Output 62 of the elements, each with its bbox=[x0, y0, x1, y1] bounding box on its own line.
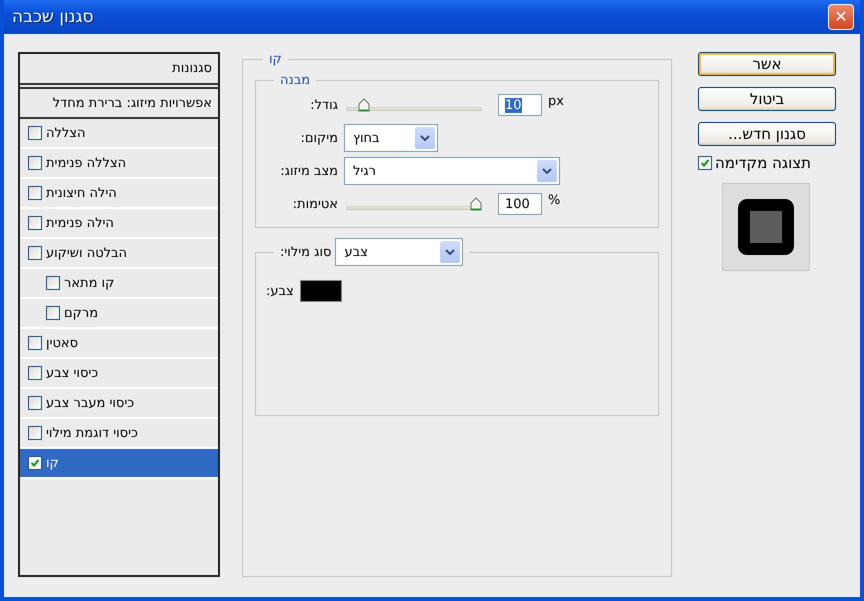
list-item[interactable]: הילה פנימית bbox=[20, 209, 218, 239]
effect-label: הצללה bbox=[46, 126, 86, 140]
checkbox[interactable] bbox=[28, 336, 42, 350]
slider-thumb[interactable] bbox=[358, 98, 370, 112]
list-item[interactable]: הצללה פנימית bbox=[20, 149, 218, 179]
unit-label: % bbox=[548, 193, 560, 208]
effect-label: כיסוי מעבר צבע bbox=[46, 396, 134, 410]
list-item[interactable]: קו bbox=[20, 449, 218, 479]
effect-label: כיסוי צבע bbox=[46, 366, 98, 380]
dialog-button[interactable]: סגנון חדש... bbox=[698, 122, 836, 146]
checkbox[interactable] bbox=[28, 186, 42, 200]
effect-label: סאטין bbox=[46, 336, 78, 350]
list-item[interactable]: הצללה bbox=[20, 119, 218, 149]
checkbox[interactable] bbox=[28, 456, 42, 470]
checkbox[interactable] bbox=[28, 246, 42, 260]
effect-label: הילה פנימית bbox=[46, 216, 114, 230]
checkbox[interactable] bbox=[28, 396, 42, 410]
checkbox[interactable] bbox=[698, 156, 712, 170]
field-label: סוג מילוי: bbox=[280, 244, 332, 260]
field-label: מיקום: bbox=[299, 130, 338, 146]
checkbox[interactable] bbox=[46, 276, 60, 290]
list-item[interactable]: הבלטה ושיקוע bbox=[20, 239, 218, 269]
list-item[interactable]: אפשרויות מיזוג: ברירת מחדל bbox=[20, 87, 218, 119]
opacity-field[interactable]: 100 bbox=[498, 193, 542, 215]
checkbox[interactable] bbox=[28, 426, 42, 440]
blend-mode-dropdown[interactable]: רגיל bbox=[344, 157, 560, 185]
list-item[interactable]: כיסוי מעבר צבע bbox=[20, 389, 218, 419]
position-dropdown[interactable]: בחוץ bbox=[344, 124, 438, 152]
checkbox-label: תצוגה מקדימה bbox=[715, 154, 811, 172]
field-label: מצב מיזוג: bbox=[279, 164, 338, 178]
field-label: אטימות: bbox=[292, 196, 338, 212]
checkbox[interactable] bbox=[28, 126, 42, 140]
unit-label: px bbox=[548, 94, 564, 109]
list-item[interactable]: סאטין bbox=[20, 329, 218, 359]
list-item[interactable]: קו מתאר bbox=[20, 269, 218, 299]
group-title: קו bbox=[268, 52, 283, 67]
slider-thumb[interactable] bbox=[470, 197, 482, 211]
window-title: סגנון שכבה bbox=[12, 7, 94, 27]
size-field[interactable]: 10 bbox=[498, 94, 542, 116]
field-label: צבע: bbox=[266, 284, 294, 298]
effect-label: קו מתאר bbox=[64, 276, 114, 290]
effect-label: קו bbox=[46, 456, 59, 470]
checkbox[interactable] bbox=[28, 366, 42, 380]
effect-label: הצללה פנימית bbox=[46, 156, 126, 170]
field-label: גודל: bbox=[309, 98, 338, 112]
checkbox[interactable] bbox=[28, 216, 42, 230]
list-header[interactable]: סגנונות bbox=[20, 54, 218, 85]
checkbox[interactable] bbox=[46, 306, 60, 320]
list-item[interactable]: הילה חיצונית bbox=[20, 179, 218, 209]
group-title: מבנה bbox=[279, 73, 312, 88]
effect-label: כיסוי דוגמת מילוי bbox=[46, 426, 138, 440]
list-item[interactable]: כיסוי צבע bbox=[20, 359, 218, 389]
rounded-square-icon bbox=[736, 197, 796, 257]
color-swatch[interactable] bbox=[300, 280, 342, 302]
effect-label: מרקם bbox=[64, 306, 98, 320]
fill-type-dropdown[interactable]: צבע bbox=[335, 238, 464, 266]
checkbox[interactable] bbox=[28, 156, 42, 170]
list-item[interactable]: מרקם bbox=[20, 299, 218, 329]
dialog-button[interactable]: ביטול bbox=[698, 87, 836, 111]
effect-label: הילה חיצונית bbox=[46, 186, 117, 200]
dialog-button[interactable]: אשר bbox=[698, 52, 836, 76]
effect-label: הבלטה ושיקוע bbox=[46, 246, 128, 260]
